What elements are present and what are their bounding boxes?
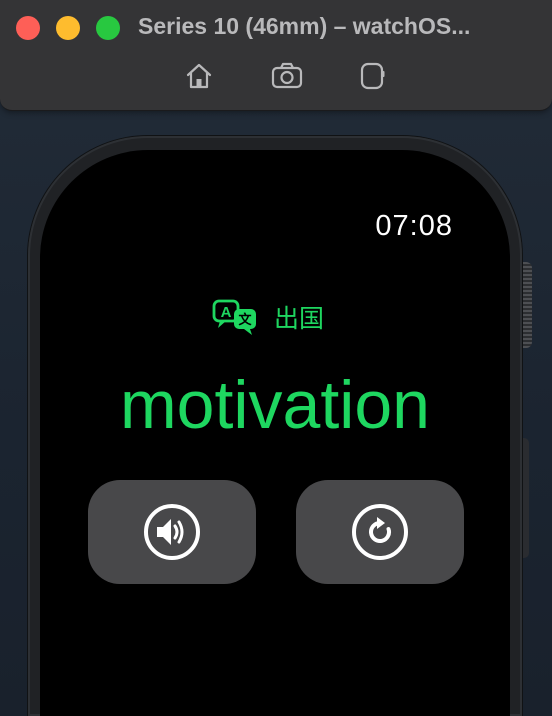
refresh-icon [352, 504, 408, 560]
speaker-icon [144, 504, 200, 560]
svg-text:A: A [221, 304, 232, 321]
camera-icon [271, 62, 303, 89]
rotate-device-icon [360, 62, 385, 90]
window-title: Series 10 (46mm) – watchOS... [138, 13, 471, 39]
watch-screen: 07:08 A 文 出国 motivation [40, 150, 510, 716]
zoom-window-button[interactable] [96, 16, 120, 40]
vocabulary-word: motivation [120, 367, 430, 443]
context-label: 出国 [274, 304, 325, 333]
context-row: A 文 出国 [212, 298, 324, 336]
translate-icon: A 文 [212, 299, 256, 335]
home-icon [186, 63, 212, 89]
rotate-device-button[interactable] [356, 60, 388, 92]
close-window-button[interactable] [16, 16, 40, 40]
screenshot-button[interactable] [271, 60, 303, 92]
status-time: 07:08 [375, 210, 453, 242]
home-button[interactable] [183, 60, 215, 92]
speak-button[interactable] [88, 480, 256, 584]
title-bar: Series 10 (46mm) – watchOS... [0, 0, 552, 111]
next-word-button[interactable] [296, 480, 464, 584]
minimize-window-button[interactable] [56, 16, 80, 40]
simulator-window: Series 10 (46mm) – watchOS... 07:08 A 文 … [0, 0, 552, 716]
svg-text:文: 文 [238, 312, 252, 328]
